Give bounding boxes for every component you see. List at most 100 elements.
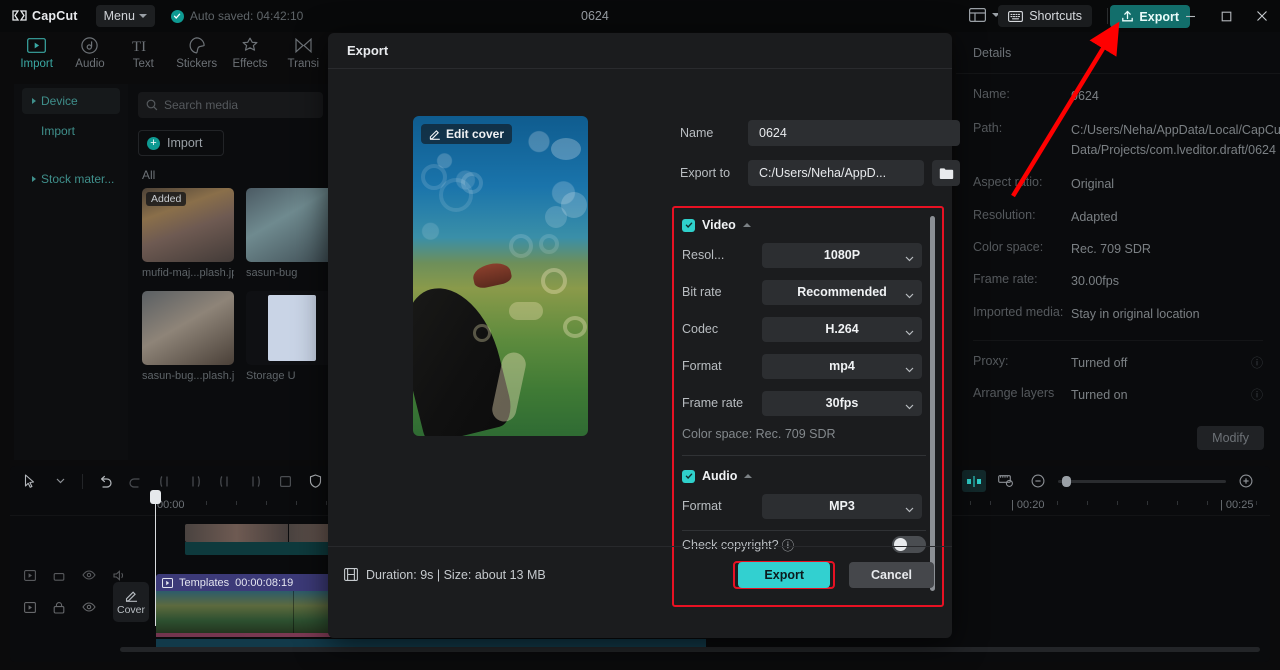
media-item[interactable]: Storage U — [246, 291, 338, 382]
export-confirm-button[interactable]: Export — [738, 561, 830, 588]
media-thumbnail[interactable]: Added — [142, 188, 234, 262]
mask-shield-icon[interactable] — [303, 470, 327, 492]
tab-label: Transi — [287, 58, 320, 70]
chevron-down-icon — [138, 14, 147, 18]
tab-audio[interactable]: Audio — [63, 36, 116, 70]
detail-row-imported-media: Imported media: Stay in original locatio… — [956, 305, 1280, 324]
media-thumbnail[interactable] — [246, 291, 338, 365]
search-input[interactable]: Search media — [138, 92, 323, 118]
tab-transitions[interactable]: Transi — [277, 36, 330, 70]
lock-icon[interactable] — [53, 570, 65, 581]
settings-scrollbar[interactable] — [930, 216, 935, 591]
sidebar-item-device[interactable]: Device — [22, 88, 120, 114]
collapse-chevron-icon[interactable] — [744, 474, 753, 478]
track-type-icon[interactable] — [24, 602, 36, 614]
playhead[interactable] — [150, 490, 161, 626]
media-thumbnail[interactable] — [246, 188, 338, 262]
cover-button[interactable]: Cover — [113, 582, 149, 622]
split-right-icon[interactable] — [183, 470, 207, 492]
audio-checkbox[interactable] — [682, 469, 695, 483]
resolution-select[interactable]: 1080P — [762, 242, 922, 268]
close-button[interactable] — [1244, 0, 1280, 32]
maximize-button[interactable] — [1208, 0, 1244, 32]
import-media-button[interactable]: + Import — [138, 130, 224, 156]
shortcuts-button[interactable]: Shortcuts — [998, 5, 1092, 27]
detail-row-proxy: Proxy: Turned off ⓘ — [956, 354, 1280, 373]
export-to-row: Export to C:/Users/Neha/AppD... — [680, 159, 960, 187]
name-input[interactable]: 0624 — [748, 120, 960, 146]
audio-format-label: Format — [682, 499, 722, 513]
tab-stickers[interactable]: Stickers — [170, 36, 223, 70]
media-source-nav: Device Import Stock mater... — [14, 84, 128, 460]
video-checkbox[interactable] — [682, 218, 695, 232]
export-dialog-footer: Duration: 9s | Size: about 13 MB Export … — [328, 546, 952, 602]
zoom-slider-knob[interactable] — [1062, 475, 1071, 487]
framerate-select[interactable]: 30fps — [762, 390, 922, 416]
tool-dropdown-icon[interactable] — [48, 470, 72, 492]
chevron-down-icon — [905, 288, 914, 302]
mute-icon[interactable] — [113, 570, 127, 581]
video-format-label: Format — [682, 359, 722, 373]
zoom-in-icon[interactable] — [1234, 470, 1258, 492]
media-item[interactable]: sasun-bug — [246, 188, 338, 279]
lock-icon[interactable] — [53, 602, 65, 614]
zoom-out-icon[interactable] — [1026, 470, 1050, 492]
export-form: Name 0624 Export to C:/Users/Neha/AppD..… — [680, 119, 960, 199]
zoom-slider[interactable] — [1058, 475, 1226, 487]
cover-preview[interactable]: Edit cover — [413, 116, 588, 436]
help-icon[interactable]: ⓘ — [1251, 354, 1263, 373]
trim-start-icon[interactable] — [213, 470, 237, 492]
cancel-button[interactable]: Cancel — [849, 561, 934, 588]
export-path-input[interactable]: C:/Users/Neha/AppD... — [748, 160, 924, 186]
detail-key: Name: — [973, 87, 1010, 101]
collapse-chevron-icon[interactable] — [742, 223, 751, 227]
detail-key: Color space: — [973, 239, 1044, 254]
tab-text[interactable]: TI Text — [117, 36, 170, 71]
undo-icon[interactable] — [93, 470, 117, 492]
timeline-horizontal-scrollbar[interactable] — [120, 647, 1260, 652]
snap-align-icon[interactable] — [962, 470, 986, 492]
media-item[interactable]: sasun-bug...plash.jpg — [142, 291, 234, 382]
playhead-handle[interactable] — [150, 490, 161, 504]
divider — [1107, 8, 1108, 24]
minimize-button[interactable] — [1172, 0, 1208, 32]
detail-row-name: Name: 0624 — [956, 87, 1280, 106]
media-item[interactable]: Added mufid-maj...plash.jpg — [142, 188, 234, 279]
ruler-time-label: 00:00 — [157, 499, 185, 511]
split-left-icon[interactable] — [153, 470, 177, 492]
trim-end-icon[interactable] — [243, 470, 267, 492]
resolution-row: Resol... 1080P — [682, 242, 942, 268]
media-thumbnail[interactable] — [142, 291, 234, 365]
menu-button[interactable]: Menu — [95, 5, 155, 27]
tab-label: Stickers — [176, 58, 218, 70]
edit-cover-button[interactable]: Edit cover — [421, 124, 513, 144]
help-icon[interactable]: ⓘ — [1251, 386, 1263, 405]
redo-icon[interactable] — [123, 470, 147, 492]
codec-select[interactable]: H.264 — [762, 316, 922, 342]
track-type-icon[interactable] — [24, 570, 36, 581]
tab-import[interactable]: Import — [10, 36, 63, 70]
audio-format-select[interactable]: MP3 — [762, 493, 922, 519]
video-format-select[interactable]: mp4 — [762, 353, 922, 379]
select-tool-icon[interactable] — [18, 470, 42, 492]
sidebar-item-stock-materials[interactable]: Stock mater... — [22, 166, 120, 192]
tab-effects[interactable]: Effects — [223, 36, 276, 70]
eye-icon[interactable] — [82, 602, 96, 614]
modify-button[interactable]: Modify — [1197, 426, 1264, 450]
zoom-to-fit-icon[interactable] — [994, 470, 1018, 492]
bitrate-select[interactable]: Recommended — [762, 279, 922, 305]
detail-value: Turned on — [1071, 388, 1128, 403]
import-label: Import — [167, 136, 203, 150]
browse-folder-button[interactable] — [932, 160, 960, 186]
export-button-highlight: Export — [733, 560, 835, 589]
delete-icon[interactable] — [273, 470, 297, 492]
eye-icon[interactable] — [82, 570, 96, 581]
chevron-down-icon — [905, 502, 914, 516]
bitrate-label: Bit rate — [682, 285, 722, 299]
autosave-label: Auto saved: 04:42:10 — [189, 9, 304, 23]
layout-switch-button[interactable] — [969, 8, 1000, 22]
media-filename: Storage U — [246, 370, 296, 382]
app-logo: CapCut — [12, 9, 78, 23]
detail-value: Adapted — [1071, 209, 1118, 224]
sidebar-item-import[interactable]: Import — [22, 118, 120, 144]
